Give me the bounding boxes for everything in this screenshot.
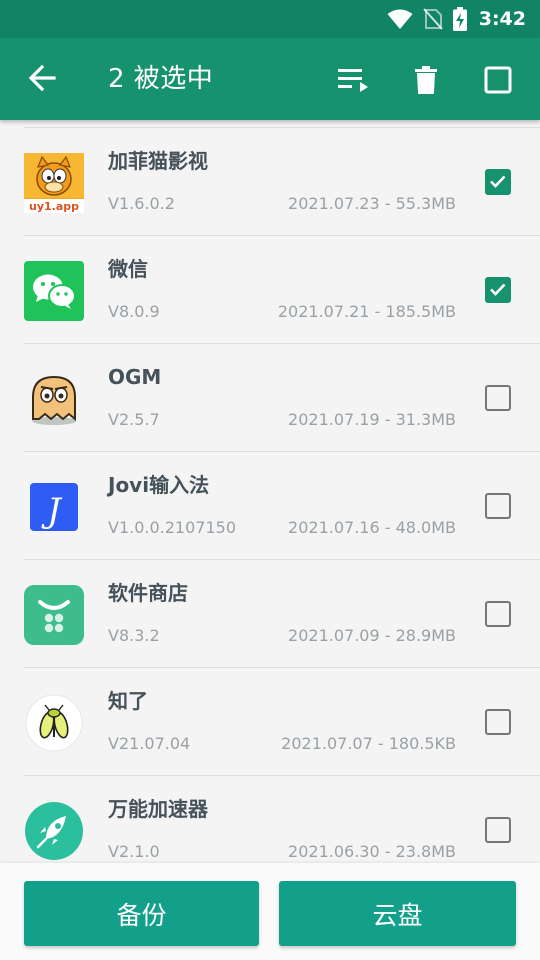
delete-button[interactable] [404, 58, 448, 102]
app-date-size: 2021.07.16 - 48.0MB [288, 518, 456, 537]
app-name: 微信 [108, 257, 148, 281]
app-version: V8.0.9 [108, 302, 160, 321]
item-checkbox[interactable] [485, 709, 511, 735]
garfield-icon: uy1.app [24, 153, 84, 213]
app-version: V1.6.0.2 [108, 194, 175, 213]
bottom-action-bar: 备份 云盘 [0, 863, 540, 960]
backup-button[interactable]: 备份 [24, 881, 259, 946]
divider [24, 559, 540, 560]
app-name: 知了 [108, 689, 148, 713]
app-name: 加菲猫影视 [108, 149, 208, 173]
list-item[interactable]: 万能加速器 V2.1.0 2021.06.30 - 23.8MB [0, 775, 540, 863]
checkmark-icon [490, 283, 506, 296]
item-checkbox[interactable] [485, 169, 511, 195]
battery-charging-icon [452, 7, 467, 31]
app-version: V21.07.04 [108, 734, 191, 753]
list-item[interactable]: OGM V2.5.7 2021.07.19 - 31.3MB [0, 343, 540, 452]
app-date-size: 2021.07.07 - 180.5KB [281, 734, 456, 753]
app-date-size: 2021.07.21 - 185.5MB [277, 302, 456, 321]
list-item[interactable]: 软件商店 V8.3.2 2021.07.09 - 28.9MB [0, 559, 540, 668]
wifi-icon [387, 9, 413, 29]
app-name: 万能加速器 [108, 797, 208, 821]
sort-button[interactable] [331, 58, 375, 102]
garfield-icon-label: uy1.app [29, 200, 79, 213]
select-all-button[interactable] [476, 58, 520, 102]
arrow-back-icon [28, 64, 56, 92]
checkmark-icon [490, 175, 506, 188]
wechat-icon [24, 261, 84, 321]
select-all-checkbox-icon [484, 66, 512, 94]
status-icons: 3:42 [387, 6, 526, 32]
divider [24, 343, 540, 344]
divider [24, 235, 540, 236]
app-version: V2.5.7 [108, 410, 160, 429]
status-bar: 3:42 [0, 0, 540, 38]
divider [24, 451, 540, 452]
no-sim-icon [422, 8, 443, 30]
divider [24, 775, 540, 776]
item-checkbox[interactable] [485, 601, 511, 627]
app-version: V1.0.0.2107150 [108, 518, 236, 537]
sort-icon [338, 69, 368, 92]
cloud-button[interactable]: 云盘 [279, 881, 516, 946]
ghost-icon [32, 375, 76, 425]
app-name: 软件商店 [108, 581, 188, 605]
cicada-icon [25, 694, 83, 752]
list-item[interactable]: 微信 V8.0.9 2021.07.21 - 185.5MB [0, 235, 540, 344]
app-name: OGM [108, 365, 162, 389]
rocket-icon [25, 802, 83, 860]
app-date-size: 2021.07.09 - 28.9MB [288, 626, 456, 645]
back-button[interactable] [22, 58, 62, 98]
app-date-size: 2021.06.30 - 23.8MB [288, 842, 456, 861]
app-name: Jovi输入法 [108, 473, 210, 497]
item-checkbox[interactable] [485, 385, 511, 411]
item-checkbox[interactable] [485, 817, 511, 843]
app-date-size: 2021.07.19 - 31.3MB [288, 410, 456, 429]
app-list: uy1.app 加菲猫影视 V1.6.0.2 2021.07.23 - 55.3… [0, 120, 540, 863]
list-item[interactable]: uy1.app 加菲猫影视 V1.6.0.2 2021.07.23 - 55.3… [0, 127, 540, 236]
divider [24, 127, 540, 128]
divider [24, 667, 540, 668]
app-version: V8.3.2 [108, 626, 160, 645]
selection-count-title: 2 被选中 [108, 64, 214, 94]
jovi-icon: J [30, 483, 78, 531]
app-version: V2.1.0 [108, 842, 160, 861]
item-checkbox[interactable] [485, 277, 511, 303]
delete-icon [415, 66, 437, 94]
list-item[interactable]: 知了 V21.07.04 2021.07.07 - 180.5KB [0, 667, 540, 776]
list-item[interactable]: J Jovi输入法 V1.0.0.2107150 2021.07.16 - 48… [0, 451, 540, 560]
status-time: 3:42 [478, 8, 526, 30]
store-icon [24, 585, 84, 645]
app-bar: 2 被选中 [0, 38, 540, 120]
item-checkbox[interactable] [485, 493, 511, 519]
app-date-size: 2021.07.23 - 55.3MB [288, 194, 456, 213]
